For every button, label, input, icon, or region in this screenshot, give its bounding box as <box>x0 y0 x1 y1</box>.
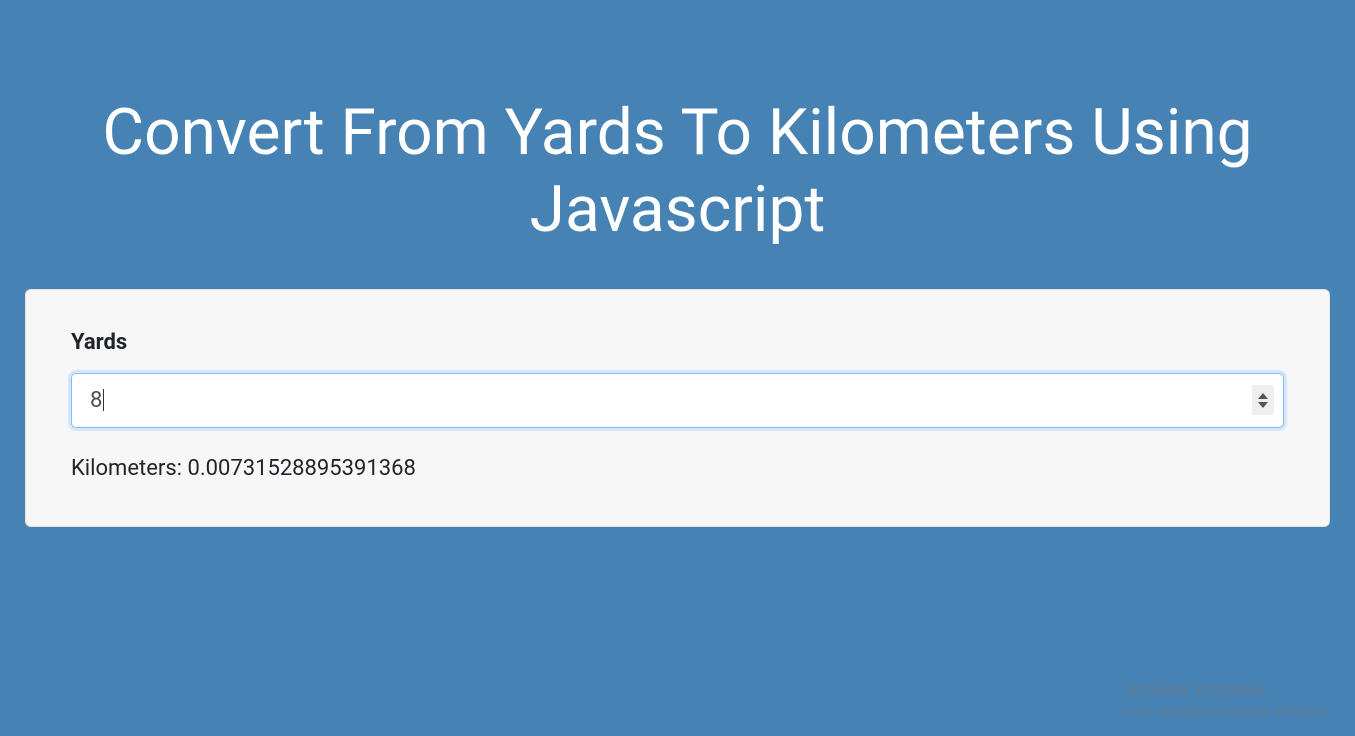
yards-label: Yards <box>71 330 1284 355</box>
windows-activation-watermark: Activate Windows Go to Settings to activ… <box>1125 680 1330 718</box>
page-title: Convert From Yards To Kilometers Using J… <box>25 95 1330 249</box>
text-cursor-icon <box>103 389 104 411</box>
chevron-up-icon[interactable] <box>1258 393 1268 399</box>
converter-card: Yards 8 Kilometers: 0.0073152889539136​8 <box>25 289 1330 527</box>
chevron-down-icon[interactable] <box>1258 402 1268 408</box>
yards-input-wrapper: 8 <box>71 373 1284 428</box>
number-spinner <box>1252 385 1274 415</box>
watermark-title: Activate Windows <box>1125 680 1330 701</box>
kilometers-result: Kilometers: 0.0073152889539136​8 <box>71 456 1284 481</box>
yards-input[interactable]: 8 <box>71 373 1284 428</box>
watermark-subtitle: Go to Settings to activate Windows. <box>1125 703 1330 718</box>
